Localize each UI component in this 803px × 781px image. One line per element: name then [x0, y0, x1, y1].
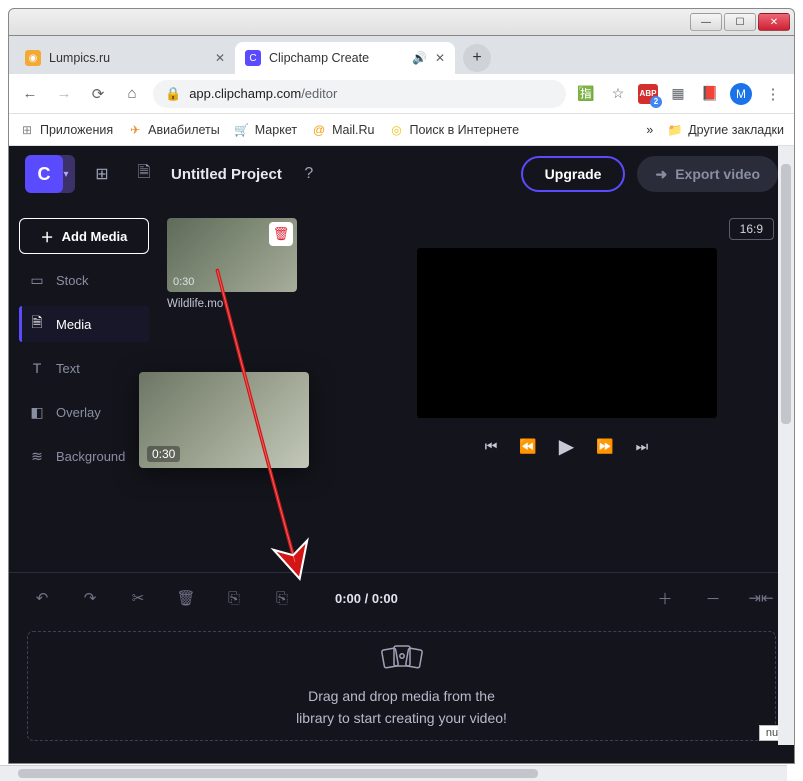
media-thumbnail[interactable]: 🗑 0:30	[167, 218, 297, 292]
forward-icon[interactable]: ⏩	[596, 438, 613, 455]
media-icon: 🗎	[28, 312, 46, 336]
play-icon[interactable]: ▶	[559, 434, 574, 459]
url-host: app.clipchamp.com	[189, 86, 301, 101]
overlay-icon: ◧	[28, 404, 46, 421]
playback-controls: ⏮ ⏪ ▶ ⏩ ⏭	[485, 434, 648, 459]
window-close-button[interactable]: ✕	[758, 13, 790, 31]
timeline-panel: ↶ ↷ ✂ 🗑 ⎘ ⎘ 0:00 / 0:00 ＋ － ⇥⇤ Drag and …	[9, 572, 794, 763]
skip-start-icon[interactable]: ⏮	[485, 438, 498, 455]
bookmarks-bar: ⊞Приложения ✈Авиабилеты 🛒Маркет @Mail.Ru…	[9, 114, 794, 146]
preview-panel: 16:9 ⏮ ⏪ ▶ ⏩ ⏭	[339, 202, 794, 572]
sidebar-item-media[interactable]: 🗎Media	[19, 306, 149, 342]
export-video-button[interactable]: ➜ Export video	[637, 156, 778, 192]
url-path: /editor	[301, 86, 337, 101]
background-icon: ≋	[28, 448, 46, 465]
translate-icon[interactable]: 🈯	[574, 82, 598, 106]
export-icon: ➜	[655, 166, 667, 183]
drag-preview: 0:30	[139, 372, 309, 468]
sidebar: ＋ Add Media ▭Stock 🗎Media TText ◧Overlay…	[9, 202, 159, 572]
browser-tabs: ◉ Lumpics.ru ✕ C Clipchamp Create 🔊 ✕ +	[9, 36, 794, 74]
bookmark-item[interactable]: @Mail.Ru	[311, 122, 374, 138]
favicon-icon: C	[245, 50, 261, 66]
forward-button[interactable]: →	[51, 81, 77, 107]
tab-lumpics[interactable]: ◉ Lumpics.ru ✕	[15, 42, 235, 74]
timeline-toolbar: ↶ ↷ ✂ 🗑 ⎘ ⎘ 0:00 / 0:00 ＋ － ⇥⇤	[27, 583, 776, 613]
skip-end-icon[interactable]: ⏭	[636, 438, 649, 455]
zoom-out-button[interactable]: －	[698, 583, 728, 613]
clipchamp-app: C ▾ ⊞ 🗎 Untitled Project ? Upgrade ➜ Exp…	[9, 146, 794, 763]
window-minimize-button[interactable]: —	[690, 13, 722, 31]
zoom-in-button[interactable]: ＋	[650, 583, 680, 613]
bookmark-item[interactable]: ✈Авиабилеты	[127, 122, 220, 138]
plus-icon: ＋	[41, 227, 54, 246]
profile-avatar[interactable]: M	[730, 83, 752, 105]
sidebar-item-stock[interactable]: ▭Stock	[19, 262, 149, 298]
home-button[interactable]: ⌂	[119, 81, 145, 107]
browser-window: ◉ Lumpics.ru ✕ C Clipchamp Create 🔊 ✕ + …	[8, 36, 795, 764]
zoom-fit-button[interactable]: ⇥⇤	[746, 583, 776, 613]
address-bar[interactable]: 🔒 app.clipchamp.com/editor	[153, 80, 566, 108]
extension-icon[interactable]: ▦	[666, 82, 690, 106]
tab-title: Clipchamp Create	[269, 51, 404, 65]
app-logo-button[interactable]: C	[25, 155, 63, 193]
bookmark-item[interactable]: 🛒Маркет	[234, 122, 297, 138]
app-main: ＋ Add Media ▭Stock 🗎Media TText ◧Overlay…	[9, 202, 794, 572]
rewind-icon[interactable]: ⏪	[519, 438, 536, 455]
templates-icon[interactable]: ⊞	[87, 159, 117, 189]
tab-clipchamp[interactable]: C Clipchamp Create 🔊 ✕	[235, 42, 455, 74]
tab-audio-icon[interactable]: 🔊	[412, 51, 427, 65]
tab-close-icon[interactable]: ✕	[215, 51, 225, 65]
stock-icon: ▭	[28, 272, 46, 289]
other-bookmarks[interactable]: 📁Другие закладки	[667, 122, 784, 138]
delete-button[interactable]: 🗑	[171, 583, 201, 613]
browser-toolbar: ← → ⟳ ⌂ 🔒 app.clipchamp.com/editor 🈯 ☆ A…	[9, 74, 794, 114]
split-button[interactable]: ✂	[123, 583, 153, 613]
sidebar-item-text[interactable]: TText	[19, 350, 149, 386]
sidebar-item-background[interactable]: ≋Background	[19, 438, 149, 474]
extension-pdf-icon[interactable]: 📕	[698, 82, 722, 106]
duplicate-button[interactable]: ⎘	[219, 583, 249, 613]
video-preview[interactable]	[417, 248, 717, 418]
help-icon[interactable]: ?	[294, 159, 324, 189]
browser-menu-icon[interactable]: ⋮	[760, 81, 786, 107]
project-title[interactable]: Untitled Project	[171, 166, 282, 183]
new-tab-button[interactable]: +	[463, 44, 491, 72]
back-button[interactable]: ←	[17, 81, 43, 107]
timecode: 0:00 / 0:00	[335, 591, 398, 606]
dropzone-icon	[381, 642, 423, 676]
extension-abp-icon[interactable]: ABP	[638, 84, 658, 104]
media-library: 🗑 0:30 Wildlife.mo 0:30	[159, 202, 339, 572]
undo-button[interactable]: ↶	[27, 583, 57, 613]
add-media-button[interactable]: ＋ Add Media	[19, 218, 149, 254]
tab-title: Lumpics.ru	[49, 51, 207, 65]
thumbnail-duration: 0:30	[173, 276, 194, 288]
app-topbar: C ▾ ⊞ 🗎 Untitled Project ? Upgrade ➜ Exp…	[9, 146, 794, 202]
file-icon[interactable]: 🗎	[129, 159, 159, 189]
apps-button[interactable]: ⊞Приложения	[19, 122, 113, 138]
bookmark-item[interactable]: ◎Поиск в Интернете	[388, 122, 519, 138]
text-icon: T	[28, 360, 46, 376]
bookmark-star-icon[interactable]: ☆	[606, 82, 630, 106]
favicon-icon: ◉	[25, 50, 41, 66]
horizontal-scrollbar[interactable]	[0, 765, 787, 781]
drag-duration: 0:30	[147, 446, 180, 462]
redo-button[interactable]: ↷	[75, 583, 105, 613]
delete-media-button[interactable]: 🗑	[269, 222, 293, 246]
aspect-ratio-button[interactable]: 16:9	[729, 218, 774, 240]
lock-icon: 🔒	[165, 86, 181, 102]
window-maximize-button[interactable]: ☐	[724, 13, 756, 31]
sidebar-item-overlay[interactable]: ◧Overlay	[19, 394, 149, 430]
dropzone-text: Drag and drop media from the	[308, 685, 495, 707]
dropzone-text: library to start creating your video!	[296, 707, 507, 729]
tab-close-icon[interactable]: ✕	[435, 51, 445, 65]
bookmarks-overflow[interactable]: »	[646, 123, 653, 137]
timeline-dropzone[interactable]: Drag and drop media from the library to …	[27, 631, 776, 741]
window-titlebar: — ☐ ✕	[8, 8, 795, 36]
vertical-scrollbar[interactable]	[778, 146, 794, 745]
reload-button[interactable]: ⟳	[85, 81, 111, 107]
upgrade-button[interactable]: Upgrade	[521, 156, 626, 192]
thumbnail-filename: Wildlife.mo	[167, 298, 331, 310]
duplicate2-button[interactable]: ⎘	[267, 583, 297, 613]
